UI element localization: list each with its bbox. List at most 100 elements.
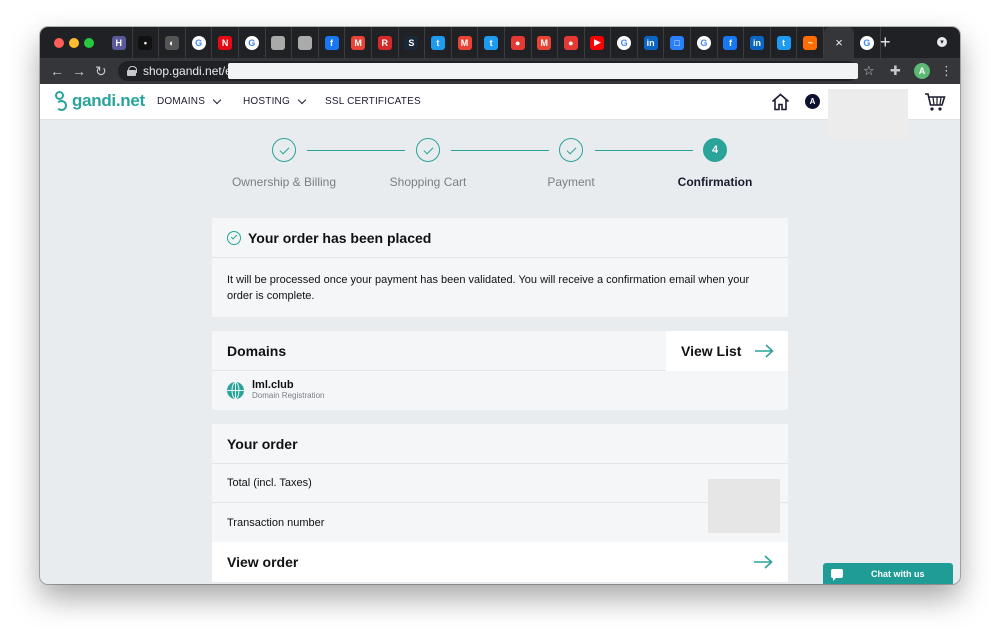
browser-tab[interactable]: M [532,27,559,58]
your-order-card: Your order Total (incl. Taxes) Transacti… [212,424,788,582]
profile-avatar[interactable]: A [914,63,930,79]
dark-circle-icon: • [138,35,153,50]
back-arrow-icon[interactable]: ← [50,61,64,81]
step-payment-circle [559,138,583,162]
facebook-icon: f [324,35,339,50]
url-text: shop.gandi.net/en/ [143,64,242,78]
site-header: gandi.net DOMAINS HOSTING SSL CERTIFICAT… [40,84,960,139]
browser-tab[interactable]: N [212,27,239,58]
google-icon: G [244,35,259,50]
browser-tab[interactable]: □ [664,27,692,58]
nav-ssl-certificates[interactable]: SSL CERTIFICATES [325,96,421,107]
address-bar[interactable]: shop.gandi.net/en/ [118,61,858,81]
step-cart-circle [416,138,440,162]
domain-name: lml.club [252,379,294,391]
browser-tab[interactable]: • [133,27,160,58]
browser-tab[interactable]: G [691,27,718,58]
close-window-button[interactable] [54,38,64,48]
browser-tab[interactable]: S [399,27,426,58]
apple-icon [271,35,286,50]
check-icon [279,144,289,154]
chat-bubble-icon [831,569,843,581]
chevron-down-icon [297,95,307,104]
browser-tab[interactable]: G [611,27,638,58]
tab-search-icon[interactable]: ▾ [937,37,947,47]
view-list-button[interactable]: View List [666,331,788,371]
browser-tab[interactable]: f [319,27,346,58]
order-placed-header: Your order has been placed [212,218,788,258]
browser-tab[interactable] [292,27,319,58]
apple-icon [297,35,312,50]
checkout-stepper: 4 Ownership & Billing Shopping Cart Paym… [40,120,960,192]
close-tab-icon[interactable]: × [835,35,843,50]
gandi-logo-mark-icon [54,90,68,112]
browser-tab[interactable]: G [239,27,266,58]
steam-icon: S [404,35,419,50]
hostinger-icon: H [111,35,126,50]
order-placed-message: It will be processed once your payment h… [227,274,750,302]
chart-icon: ~ [803,35,818,50]
step-ownership-circle [272,138,296,162]
browser-tab[interactable]: ~ [797,27,825,58]
browser-tab[interactable]: ● [505,27,532,58]
home-icon[interactable] [771,93,790,111]
shopping-cart-icon[interactable] [924,92,946,112]
browser-tab[interactable]: G [186,27,213,58]
transaction-number-row: Transaction number [212,503,788,542]
browser-tab[interactable]: t [425,27,452,58]
browser-menu-icon[interactable]: ⋮ [940,62,953,80]
square-icon: □ [670,35,685,50]
nav-hosting[interactable]: HOSTING [243,95,307,107]
browser-tab[interactable]: M [345,27,372,58]
gmail-icon: M [537,35,552,50]
gmail-icon: M [351,35,366,50]
browser-toolbar: ← → ↻ shop.gandi.net/en/ ☆ ✚ A ⋮ [40,58,960,84]
browser-tab[interactable]: M [452,27,479,58]
red-r-icon: R [377,35,392,50]
order-total-row: Total (incl. Taxes) [212,464,788,503]
bookmark-star-icon[interactable]: ☆ [863,62,875,80]
maximize-window-button[interactable] [84,38,94,48]
google-icon: G [191,35,206,50]
browser-tab[interactable]: ▶ [585,27,612,58]
gandi-logo[interactable]: gandi.net [54,90,145,112]
browser-tab[interactable]: G [854,27,881,58]
tab-strip: H • ◐ G N Gf M R St Mt ● M ● ▶ Gin □ Gf in t ~ × G + ▾ [40,27,960,58]
browser-tab[interactable] [266,27,293,58]
browser-tab[interactable]: H [106,27,133,58]
browser-tab[interactable]: t [478,27,505,58]
list-item: lml.club Domain Registration [212,371,788,409]
page-content: gandi.net DOMAINS HOSTING SSL CERTIFICAT… [40,84,960,584]
reload-icon[interactable]: ↻ [95,61,107,81]
linkedin-icon: in [643,35,658,50]
browser-tab[interactable]: ● [558,27,585,58]
nav-hosting-label: HOSTING [243,96,290,107]
browser-tab[interactable]: R [372,27,399,58]
view-order-button[interactable]: View order [212,542,788,582]
step-connector [307,150,405,152]
step-label-payment: Payment [547,175,595,189]
nav-domains[interactable]: DOMAINS [157,95,222,107]
browser-tab[interactable]: in [638,27,665,58]
browser-tab[interactable]: ◐ [159,27,186,58]
step-label-ownership: Ownership & Billing [231,175,337,189]
new-tab-button[interactable]: + [880,33,891,51]
step-connector [595,150,693,152]
active-browser-tab[interactable]: × [824,27,855,58]
browser-tab[interactable]: f [718,27,745,58]
view-list-label: View List [681,343,742,359]
view-order-label: View order [227,554,299,570]
browser-tab[interactable]: in [744,27,771,58]
browser-tab[interactable]: t [771,27,798,58]
chat-with-us-button[interactable]: Chat with us [823,563,953,584]
domains-card: Domains View List lml.club Domain Regist… [212,331,788,410]
extensions-puzzle-icon[interactable]: ✚ [890,62,901,80]
arrow-right-icon [755,344,774,358]
minimize-window-button[interactable] [69,38,79,48]
account-avatar[interactable]: A [805,94,820,109]
chevron-down-icon [212,95,222,104]
order-total-label: Total (incl. Taxes) [227,477,312,489]
your-order-header: Your order [212,424,788,464]
forward-arrow-icon[interactable]: → [72,61,86,81]
globe-icon [227,381,244,399]
